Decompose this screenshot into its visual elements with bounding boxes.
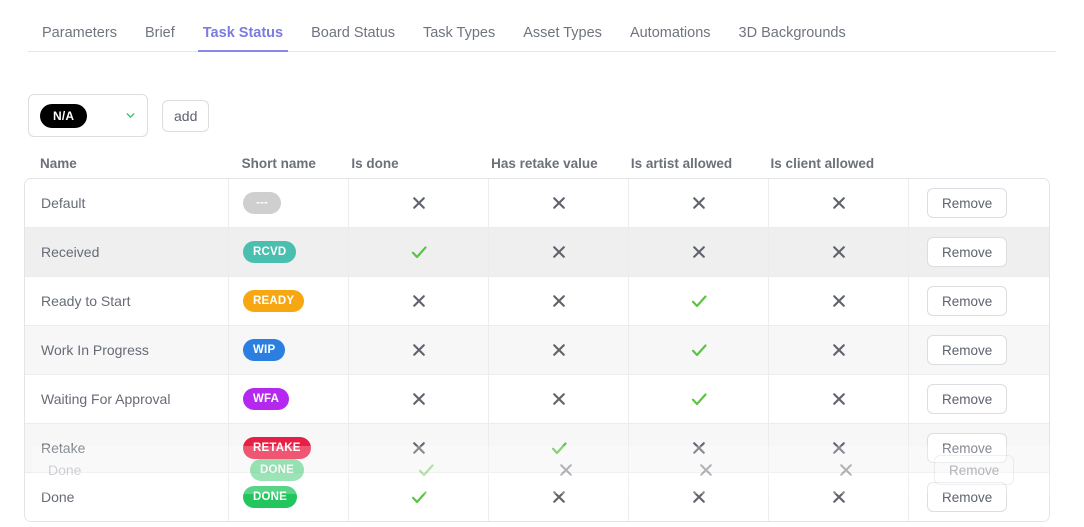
- cell-short-name: WFA: [229, 375, 349, 423]
- column-header-has-retake-value: Has retake value: [491, 155, 598, 171]
- status-pill: ---: [243, 192, 281, 214]
- remove-button[interactable]: Remove: [927, 286, 1008, 316]
- table-row[interactable]: Done DONE Remove: [25, 473, 1049, 521]
- remove-button[interactable]: Remove: [927, 384, 1008, 414]
- cell-short-name: WIP: [229, 326, 349, 374]
- status-pill: WIP: [243, 339, 286, 361]
- cell-is-done: [349, 473, 489, 521]
- cell-is-done: [349, 277, 489, 325]
- status-select[interactable]: N/A: [28, 94, 148, 137]
- cell-name: Waiting For Approval: [25, 375, 229, 423]
- remove-button[interactable]: Remove: [927, 237, 1008, 267]
- cell-name: Ready to Start: [25, 277, 229, 325]
- cell-is-artist-allowed: [629, 277, 769, 325]
- cell-is-client-allowed: [769, 179, 909, 227]
- cell-actions: Remove: [909, 424, 1049, 472]
- cell-actions: Remove: [909, 326, 1049, 374]
- cell-is-client-allowed: [769, 326, 909, 374]
- table-row[interactable]: Received RCVD Remove: [25, 228, 1049, 277]
- cell-has-retake-value: [489, 228, 629, 276]
- tab-brief[interactable]: Brief: [131, 25, 189, 52]
- cell-has-retake-value: [489, 473, 629, 521]
- status-pill: READY: [243, 290, 305, 312]
- tab-parameters[interactable]: Parameters: [28, 25, 131, 52]
- task-status-table: Default --- Remove Received RCVD Remove Ready …: [24, 178, 1050, 522]
- cell-name: Retake: [25, 424, 229, 472]
- cell-is-client-allowed: [769, 375, 909, 423]
- status-pill: DONE: [243, 486, 298, 508]
- cell-is-artist-allowed: [629, 326, 769, 374]
- cell-is-artist-allowed: [629, 473, 769, 521]
- settings-tab-bar: Parameters Brief Task Status Board Status Ta…: [28, 0, 1056, 52]
- tab-board-status[interactable]: Board Status: [297, 25, 409, 52]
- tab-asset-types[interactable]: Asset Types: [509, 25, 616, 52]
- remove-button[interactable]: Remove: [927, 188, 1008, 218]
- remove-button[interactable]: Remove: [927, 335, 1008, 365]
- cell-has-retake-value: [489, 326, 629, 374]
- table-header-row: Name Short name Is done Has retake value Is …: [28, 152, 1050, 174]
- cell-name: Received: [25, 228, 229, 276]
- selected-status-pill: N/A: [40, 103, 88, 128]
- table-row[interactable]: Ready to Start READY Remove: [25, 277, 1049, 326]
- cell-is-done: [349, 375, 489, 423]
- cell-name: Default: [25, 179, 229, 227]
- cell-has-retake-value: [489, 179, 629, 227]
- tab-task-status[interactable]: Task Status: [189, 25, 297, 52]
- cell-name: Work In Progress: [25, 326, 229, 374]
- cell-actions: Remove: [909, 277, 1049, 325]
- status-pill: RCVD: [243, 241, 297, 263]
- cell-is-client-allowed: [769, 277, 909, 325]
- cell-has-retake-value: [489, 375, 629, 423]
- tab-task-types[interactable]: Task Types: [409, 25, 509, 52]
- cell-is-artist-allowed: [629, 424, 769, 472]
- cell-actions: Remove: [909, 179, 1049, 227]
- column-header-name: Name: [40, 155, 77, 171]
- cell-short-name: READY: [229, 277, 349, 325]
- status-toolbar: N/A add: [28, 94, 210, 137]
- cell-is-done: [349, 228, 489, 276]
- cell-short-name: RETAKE: [229, 424, 349, 472]
- column-header-is-artist-allowed: Is artist allowed: [630, 155, 733, 171]
- table-row[interactable]: Retake RETAKE Remove: [25, 424, 1049, 473]
- column-header-short-name: Short name: [241, 155, 316, 171]
- cell-has-retake-value: [489, 277, 629, 325]
- cell-short-name: ---: [229, 179, 349, 227]
- remove-button[interactable]: Remove: [927, 433, 1008, 463]
- cell-short-name: RCVD: [229, 228, 349, 276]
- table-row[interactable]: Default --- Remove: [25, 179, 1049, 228]
- cell-has-retake-value: [489, 424, 629, 472]
- column-header-is-done: Is done: [351, 155, 399, 171]
- cell-is-client-allowed: [769, 473, 909, 521]
- cell-actions: Remove: [909, 473, 1049, 521]
- cell-is-client-allowed: [769, 424, 909, 472]
- cell-is-done: [349, 179, 489, 227]
- table-row[interactable]: Work In Progress WIP Remove: [25, 326, 1049, 375]
- cell-is-artist-allowed: [629, 179, 769, 227]
- chevron-down-icon: [124, 109, 137, 122]
- cell-is-artist-allowed: [629, 375, 769, 423]
- status-pill: WFA: [243, 388, 290, 410]
- cell-is-client-allowed: [769, 228, 909, 276]
- tab-3d-backgrounds[interactable]: 3D Backgrounds: [725, 25, 860, 52]
- cell-name: Done: [25, 473, 229, 521]
- cell-is-done: [349, 424, 489, 472]
- tab-automations[interactable]: Automations: [616, 25, 725, 52]
- remove-button[interactable]: Remove: [927, 482, 1008, 512]
- add-status-button[interactable]: add: [162, 99, 210, 132]
- cell-is-done: [349, 326, 489, 374]
- cell-actions: Remove: [909, 228, 1049, 276]
- cell-is-artist-allowed: [629, 228, 769, 276]
- column-header-is-client-allowed: Is client allowed: [770, 155, 875, 171]
- cell-short-name: DONE: [229, 473, 349, 521]
- cell-actions: Remove: [909, 375, 1049, 423]
- status-pill: RETAKE: [243, 437, 311, 459]
- table-row[interactable]: Waiting For Approval WFA Remove: [25, 375, 1049, 424]
